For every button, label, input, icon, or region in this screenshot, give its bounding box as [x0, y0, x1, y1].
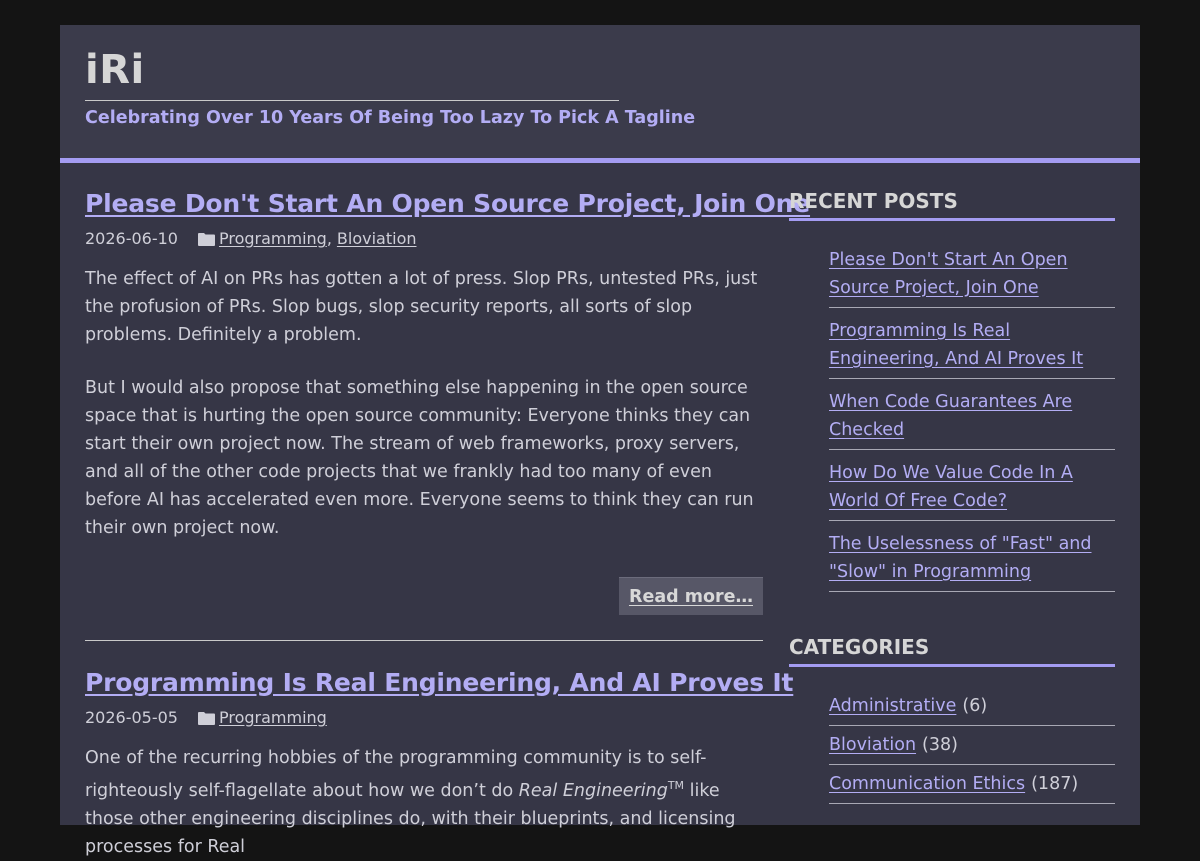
- category-link-communication-ethics[interactable]: Communication Ethics: [829, 774, 1025, 794]
- list-item: Communication Ethics (187): [829, 765, 1115, 804]
- category-separator: ,: [326, 229, 332, 248]
- recent-post-link[interactable]: When Code Guarantees Are Checked: [829, 392, 1072, 440]
- list-item: When Code Guarantees Are Checked: [829, 379, 1115, 450]
- post-article: Programming Is Real Engineering, And AI …: [85, 667, 793, 861]
- category-link-programming[interactable]: Programming: [219, 707, 327, 729]
- list-item: Bloviation (38): [829, 726, 1115, 765]
- category-count: (38): [922, 735, 958, 755]
- list-item: Administrative (6): [829, 692, 1115, 726]
- recent-post-link[interactable]: Programming Is Real Engineering, And AI …: [829, 321, 1083, 369]
- recent-posts-list: Please Don't Start An Open Source Projec…: [789, 246, 1115, 592]
- recent-posts-heading: RECENT POSTS: [789, 188, 1115, 221]
- page-container: iRi Celebrating Over 10 Years Of Being T…: [60, 25, 1140, 857]
- site-header: iRi Celebrating Over 10 Years Of Being T…: [60, 25, 1140, 163]
- trademark-superscript: TM: [667, 779, 685, 792]
- post-divider: [85, 640, 763, 641]
- post-title-link[interactable]: Please Don't Start An Open Source Projec…: [85, 188, 810, 220]
- site-title[interactable]: iRi: [85, 47, 145, 93]
- read-more-button[interactable]: Read more…: [618, 577, 763, 615]
- categories-list: Administrative (6) Bloviation (38) Communi…: [789, 692, 1115, 804]
- categories-heading: CATEGORIES: [789, 634, 1115, 667]
- read-more-container: Read more…: [85, 577, 763, 615]
- recent-post-link[interactable]: Please Don't Start An Open Source Projec…: [829, 250, 1068, 298]
- post-title-link[interactable]: Programming Is Real Engineering, And AI …: [85, 667, 793, 699]
- post-paragraph: The effect of AI on PRs has gotten a lot…: [85, 269, 758, 345]
- post-meta: 2026-05-05 Programming: [85, 707, 763, 729]
- post-article: Please Don't Start An Open Source Projec…: [85, 188, 810, 615]
- post-date: 2026-05-05: [85, 708, 178, 727]
- recent-post-link[interactable]: How Do We Value Code In A World Of Free …: [829, 463, 1073, 511]
- list-item: The Uselessness of "Fast" and "Slow" in …: [829, 521, 1115, 592]
- list-item: How Do We Value Code In A World Of Free …: [829, 450, 1115, 521]
- post-meta: 2026-06-10 Programming, Bloviation: [85, 228, 763, 250]
- title-divider: [85, 100, 619, 101]
- category-count: (187): [1031, 774, 1079, 794]
- post-paragraph: One of the recurring hobbies of the prog…: [85, 744, 763, 861]
- category-count: (6): [962, 696, 988, 716]
- folder-icon: [197, 712, 215, 725]
- category-link-administrative[interactable]: Administrative: [829, 696, 956, 716]
- emphasis-text: Real Engineering: [518, 780, 668, 801]
- category-link-bloviation[interactable]: Bloviation: [829, 735, 916, 755]
- main-content: Please Don't Start An Open Source Projec…: [85, 188, 810, 861]
- category-link-programming[interactable]: Programming: [219, 228, 327, 250]
- category-link-bloviation[interactable]: Bloviation: [337, 228, 417, 250]
- folder-icon: [197, 233, 215, 246]
- list-item: Please Don't Start An Open Source Projec…: [829, 246, 1115, 308]
- post-date: 2026-06-10: [85, 229, 178, 248]
- list-item: Programming Is Real Engineering, And AI …: [829, 308, 1115, 379]
- post-paragraph: But I would also propose that something …: [85, 378, 754, 538]
- site-tagline: Celebrating Over 10 Years Of Being Too L…: [85, 108, 696, 128]
- sidebar: RECENT POSTS Please Don't Start An Open …: [789, 188, 1115, 804]
- recent-post-link[interactable]: The Uselessness of "Fast" and "Slow" in …: [829, 534, 1092, 582]
